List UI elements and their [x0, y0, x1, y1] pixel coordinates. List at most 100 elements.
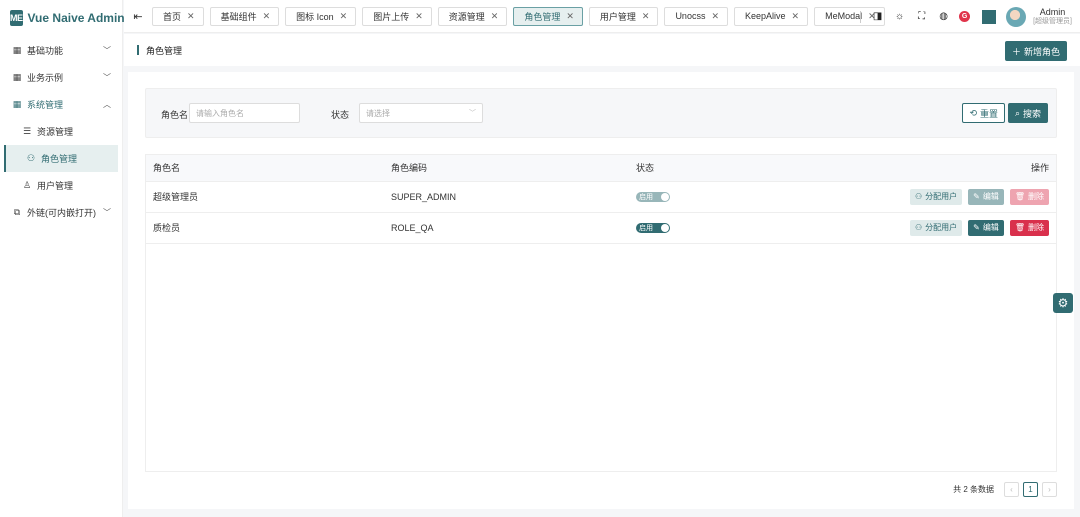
tab-basic-components[interactable]: 基础组件 ✕ [209, 6, 280, 26]
gitee-icon[interactable]: G [959, 11, 971, 22]
edit-label: 编辑 [982, 223, 999, 232]
user-icon: ♙ [22, 180, 32, 190]
status-cell: 启用 [636, 181, 836, 213]
app-logo[interactable]: ME Vue Naive Admin [0, 0, 125, 36]
chevron-down-icon: ﹀ [469, 110, 476, 117]
close-icon[interactable]: ✕ [792, 11, 800, 22]
delete-button[interactable]: 🗑 删除 [1009, 188, 1049, 205]
edit-label: 编辑 [982, 192, 999, 201]
chevron-up-icon: ︿ [103, 100, 111, 109]
sidebar-item-business[interactable]: ▦ 业务示例 ﹀ [0, 64, 122, 91]
sidebar-item-label: 用户管理 [37, 181, 74, 191]
table-header-row: 角色名 角色编码 状态 操作 [146, 155, 1056, 182]
status-select[interactable]: 请选择 ﹀ [359, 103, 483, 123]
page-title: 角色管理 [146, 45, 183, 56]
sidebar-item-roles[interactable]: ⚇ 角色管理 [4, 145, 118, 172]
tab-label: MeModal [825, 11, 863, 21]
close-icon[interactable]: ✕ [491, 11, 499, 22]
sidebar-item-system[interactable]: ▦ 系统管理 ︿ [0, 91, 122, 118]
grid-icon: ▦ [12, 72, 22, 82]
status-select-placeholder: 请选择 [366, 108, 390, 118]
sidebar-item-label: 业务示例 [27, 73, 64, 83]
list-icon: ☰ [22, 126, 32, 136]
user-role: [超级管理员] [1033, 17, 1072, 25]
role-name-input[interactable]: 请输入角色名 [189, 103, 300, 123]
pagination: 共 2 条数据 ‹ 1 › [953, 482, 1057, 497]
sidebar-item-label: 资源管理 [37, 127, 74, 137]
assign-label: 分配用户 [925, 192, 958, 201]
page-number-button[interactable]: 1 [1023, 482, 1038, 497]
tab-label: 图标 Icon [296, 11, 334, 22]
close-icon[interactable]: ✕ [711, 11, 719, 22]
status-toggle[interactable]: 启用 [636, 223, 670, 233]
edit-button[interactable]: ✎ 编辑 [968, 219, 1004, 236]
tab-bar: 首页 ✕ 基础组件 ✕ 图标 Icon ✕ 图片上传 ✕ 资源管理 ✕ 角色管理 ✕ 用户管… [152, 6, 885, 26]
assign-users-button[interactable]: ⚇ 分配用户 [909, 188, 963, 205]
external-link-icon: ⧉ [13, 207, 21, 217]
tab-label: 角色管理 [524, 11, 561, 22]
role-name-label: 角色名 [161, 110, 189, 120]
theme-color-picker[interactable] [982, 9, 997, 24]
tab-home[interactable]: 首页 ✕ [152, 6, 204, 26]
tab-label: Unocss [675, 11, 706, 21]
sidebar-item-users[interactable]: ♙ 用户管理 [0, 172, 122, 199]
sidebar-item-external[interactable]: ⧉ 外链(可内嵌打开) ﹀ [0, 199, 122, 226]
next-page-button[interactable]: › [1042, 482, 1057, 497]
tab-image-upload[interactable]: 图片上传 ✕ [362, 6, 432, 26]
divider [860, 10, 862, 23]
delete-button[interactable]: 🗑 删除 [1009, 219, 1049, 236]
avatar[interactable] [1006, 6, 1027, 27]
sidebar-item-label: 外链(可内嵌打开) [27, 208, 96, 218]
pencil-icon: ✎ [973, 223, 980, 232]
github-icon[interactable]: ◍ [937, 10, 950, 23]
reset-button[interactable]: ⟲ 重置 [962, 103, 1005, 123]
column-header: 角色名 [146, 155, 391, 182]
tab-users[interactable]: 用户管理 ✕ [588, 6, 659, 26]
sidebar-menu: ▦ 基础功能 ﹀ ▦ 业务示例 ﹀ ▦ 系统管理 ︿ ☰ 资源管理 ⚇ 角色管理… [0, 37, 122, 226]
status-toggle-label: 启用 [639, 225, 653, 232]
sun-icon[interactable]: ☼ [893, 10, 906, 23]
menu-collapse-icon[interactable]: ⇤ [124, 10, 152, 23]
role-name-cell: 质检员 [146, 212, 391, 244]
tab-label: 图片上传 [373, 11, 410, 22]
close-icon[interactable]: ✕ [566, 11, 574, 22]
header-tools: ◨ ☼ ⛶ ◍ G Admin [超级管理员] [860, 0, 1080, 33]
user-name: Admin [1039, 6, 1066, 17]
close-icon[interactable]: ✕ [263, 11, 271, 22]
close-icon[interactable]: ✕ [340, 11, 348, 22]
sidebar-item-label: 系统管理 [27, 100, 64, 110]
tab-resources[interactable]: 资源管理 ✕ [437, 6, 508, 26]
delete-label: 删除 [1028, 192, 1044, 201]
status-toggle-label: 启用 [639, 194, 653, 201]
search-icon: ⌕ [1014, 107, 1020, 118]
settings-gear-icon[interactable]: ⚙ [1053, 293, 1073, 313]
tab-unocss[interactable]: Unocss ✕ [664, 6, 728, 26]
close-icon[interactable]: ✕ [642, 11, 650, 22]
sidebar-item-label: 角色管理 [41, 154, 78, 164]
status-label: 状态 [331, 110, 350, 120]
tab-icon[interactable]: 图标 Icon ✕ [285, 6, 357, 26]
content-panel: 角色名 请输入角色名 状态 请选择 ﹀ ⟲ 重置 ⌕ 搜索 角色名 角色编码 状… [128, 72, 1074, 509]
fullscreen-icon[interactable]: ⛶ [915, 10, 928, 23]
add-role-button[interactable]: ＋ 新增角色 [1004, 41, 1067, 61]
tab-keepalive[interactable]: KeepAlive ✕ [734, 6, 809, 26]
book-icon[interactable]: ◨ [871, 10, 884, 23]
assign-users-button[interactable]: ⚇ 分配用户 [909, 219, 963, 236]
tab-label: 资源管理 [448, 11, 485, 22]
sidebar-item-resources[interactable]: ☰ 资源管理 [0, 118, 122, 145]
edit-button[interactable]: ✎ 编辑 [968, 188, 1004, 205]
search-button[interactable]: ⌕ 搜索 [1007, 103, 1048, 123]
logo-mark: ME [10, 10, 23, 26]
status-toggle[interactable]: 启用 [636, 192, 670, 202]
sidebar-item-basic[interactable]: ▦ 基础功能 ﹀ [0, 37, 122, 64]
assign-label: 分配用户 [925, 223, 958, 232]
close-icon[interactable]: ✕ [415, 11, 423, 22]
user-menu[interactable]: Admin [超级管理员] [1033, 6, 1072, 26]
chevron-down-icon: ﹀ [103, 208, 111, 217]
close-icon[interactable]: ✕ [187, 11, 195, 22]
pagination-total: 共 2 条数据 [953, 485, 994, 494]
tab-roles[interactable]: 角色管理 ✕ [513, 6, 583, 26]
user-plus-icon: ⚇ [914, 223, 923, 232]
page-header: 角色管理 ＋ 新增角色 [124, 34, 1080, 66]
prev-page-button[interactable]: ‹ [1004, 482, 1019, 497]
